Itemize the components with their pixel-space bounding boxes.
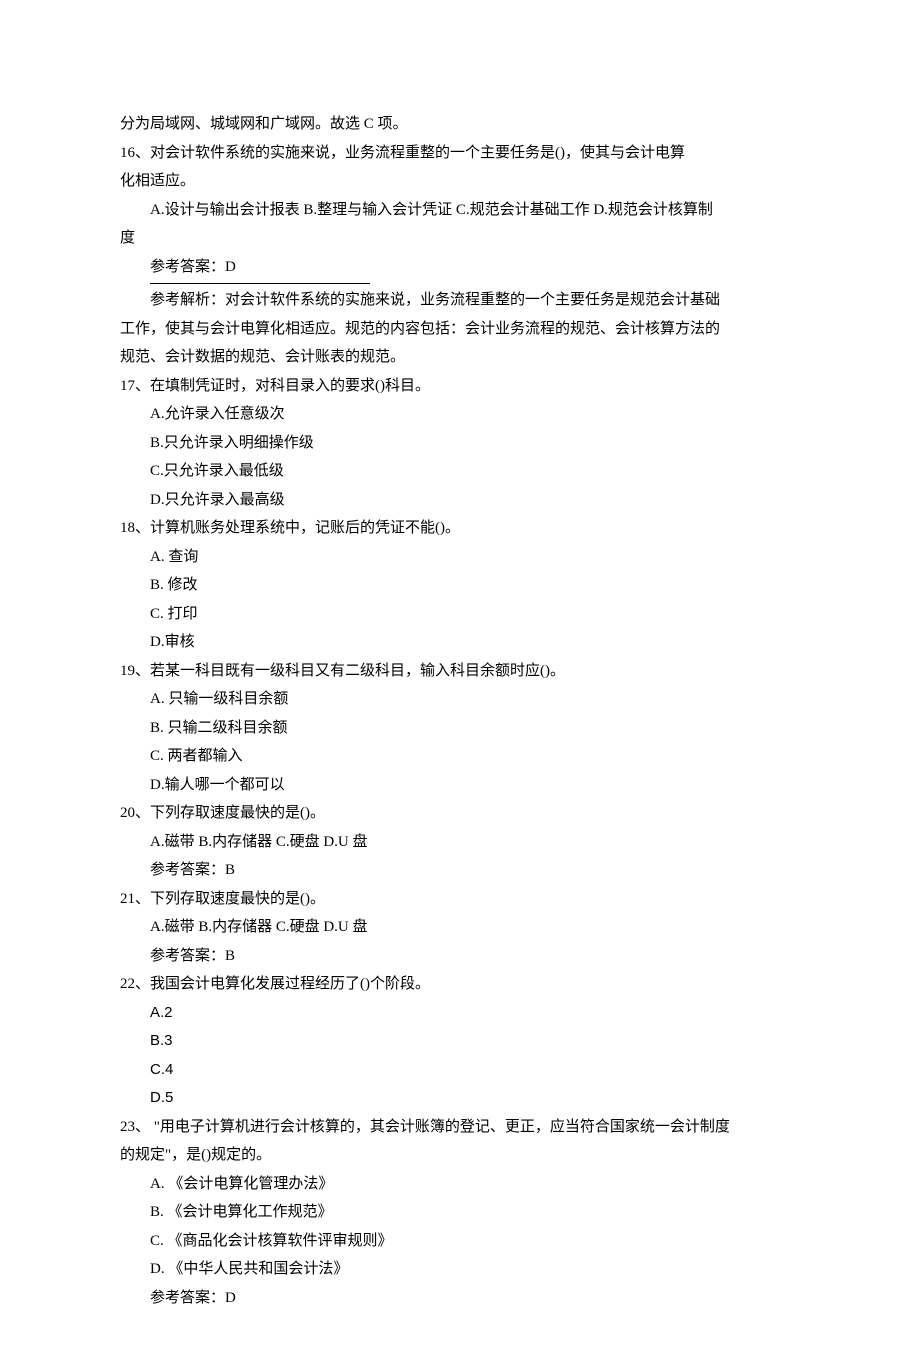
q19-option-a: A. 只输一级科目余额 — [120, 685, 800, 714]
document-page: 分为局域网、城域网和广域网。故选 C 项。 16、对会计软件系统的实施来说，业务… — [0, 0, 920, 1372]
q18-option-c: C. 打印 — [120, 600, 800, 629]
q20-answer: 参考答案：B — [120, 856, 800, 885]
q23-answer: 参考答案：D — [120, 1284, 800, 1313]
q22-stem: 22、我国会计电算化发展过程经历了()个阶段。 — [120, 970, 800, 999]
q20-stem: 20、下列存取速度最快的是()。 — [120, 799, 800, 828]
q16-explain-line3: 规范、会计数据的规范、会计账表的规范。 — [120, 343, 800, 372]
q17-option-d: D.只允许录入最高级 — [120, 486, 800, 515]
q16-stem-line2: 化相适应。 — [120, 167, 800, 196]
q18-option-d: D.审核 — [120, 628, 800, 657]
divider — [150, 283, 370, 284]
q19-option-c: C. 两者都输入 — [120, 742, 800, 771]
q23-stem-line1: 23、 "用电子计算机进行会计核算的，其会计账簿的登记、更正，应当符合国家统一会… — [120, 1113, 800, 1142]
prev-explain-tail: 分为局域网、城域网和广域网。故选 C 项。 — [120, 110, 800, 139]
q18-option-a: A. 查询 — [120, 543, 800, 572]
q21-options: A.磁带 B.内存储器 C.硬盘 D.U 盘 — [120, 913, 800, 942]
q22-option-b: B.3 — [120, 1027, 800, 1056]
q23-option-a: A. 《会计电算化管理办法》 — [120, 1170, 800, 1199]
q23-option-b: B. 《会计电算化工作规范》 — [120, 1198, 800, 1227]
q16-options-line2: 度 — [120, 224, 800, 253]
q17-stem: 17、在填制凭证时，对科目录入的要求()科目。 — [120, 372, 800, 401]
q21-answer: 参考答案：B — [120, 942, 800, 971]
q17-option-b: B.只允许录入明细操作级 — [120, 429, 800, 458]
q19-option-d: D.输人哪一个都可以 — [120, 771, 800, 800]
q21-stem: 21、下列存取速度最快的是()。 — [120, 885, 800, 914]
q22-option-a: A.2 — [120, 999, 800, 1028]
q16-stem-line1: 16、对会计软件系统的实施来说，业务流程重整的一个主要任务是()，使其与会计电算 — [120, 139, 800, 168]
q16-answer: 参考答案：D — [120, 253, 800, 282]
q23-stem-line2: 的规定"，是()规定的。 — [120, 1141, 800, 1170]
q16-explain-line1: 参考解析：对会计软件系统的实施来说，业务流程重整的一个主要任务是规范会计基础 — [120, 286, 800, 315]
q18-option-b: B. 修改 — [120, 571, 800, 600]
q22-option-d: D.5 — [120, 1084, 800, 1113]
q23-option-d: D. 《中华人民共和国会计法》 — [120, 1255, 800, 1284]
q18-stem: 18、计算机账务处理系统中，记账后的凭证不能()。 — [120, 514, 800, 543]
q22-option-c: C.4 — [120, 1056, 800, 1085]
q20-options: A.磁带 B.内存储器 C.硬盘 D.U 盘 — [120, 828, 800, 857]
q16-options-line1: A.设计与输出会计报表 B.整理与输入会计凭证 C.规范会计基础工作 D.规范会… — [120, 196, 800, 225]
q19-stem: 19、若某一科目既有一级科目又有二级科目，输入科目余额时应()。 — [120, 657, 800, 686]
q23-option-c: C. 《商品化会计核算软件评审规则》 — [120, 1227, 800, 1256]
q16-explain-line2: 工作，使其与会计电算化相适应。规范的内容包括：会计业务流程的规范、会计核算方法的 — [120, 315, 800, 344]
q17-option-a: A.允许录入任意级次 — [120, 400, 800, 429]
q19-option-b: B. 只输二级科目余额 — [120, 714, 800, 743]
q17-option-c: C.只允许录入最低级 — [120, 457, 800, 486]
